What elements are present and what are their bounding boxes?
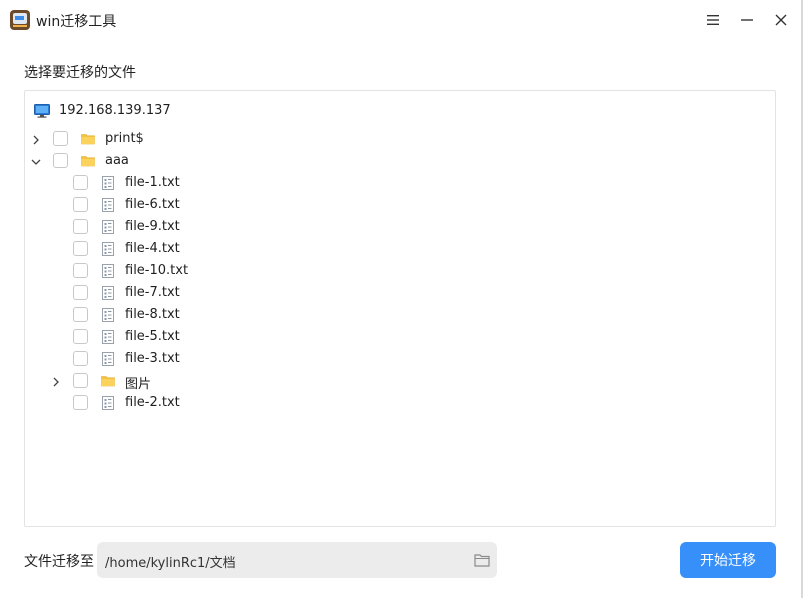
tree-file-row[interactable]: file-7.txt <box>25 282 775 304</box>
tree-folder-row[interactable]: aaa <box>25 150 775 172</box>
computer-icon <box>34 104 50 118</box>
tree-folder-row[interactable]: 图片 <box>25 370 775 392</box>
section-label: 选择要迁移的文件 <box>24 65 136 81</box>
text-file-icon <box>101 352 115 366</box>
tree-item-label: print$ <box>105 131 144 146</box>
tree-item-checkbox[interactable] <box>53 153 68 168</box>
tree-item-checkbox[interactable] <box>73 263 88 278</box>
text-file-icon <box>101 242 115 256</box>
folder-icon <box>81 154 95 168</box>
tree-item-label: aaa <box>105 153 129 168</box>
text-file-icon <box>101 220 115 234</box>
tree-item-label: file-3.txt <box>125 351 180 366</box>
close-icon <box>775 14 787 26</box>
tree-item-label: file-8.txt <box>125 307 180 322</box>
destination-path: /home/kylinRc1/文档 <box>105 556 236 571</box>
text-file-icon <box>101 198 115 212</box>
text-file-icon <box>101 264 115 278</box>
tree-file-row[interactable]: file-5.txt <box>25 326 775 348</box>
close-button[interactable] <box>770 9 792 31</box>
tree-file-row[interactable]: file-1.txt <box>25 172 775 194</box>
tree-file-row[interactable]: file-10.txt <box>25 260 775 282</box>
folder-icon <box>101 374 115 388</box>
tree-file-row[interactable]: file-6.txt <box>25 194 775 216</box>
tree-file-row[interactable]: file-2.txt <box>25 392 775 414</box>
minimize-icon <box>741 19 753 21</box>
folder-icon <box>81 132 95 146</box>
host-address: 192.168.139.137 <box>59 103 171 118</box>
browse-folder-icon[interactable] <box>473 551 491 569</box>
tree-item-label: file-1.txt <box>125 175 180 190</box>
tree-item-label: file-4.txt <box>125 241 180 256</box>
tree-file-row[interactable]: file-3.txt <box>25 348 775 370</box>
minimize-button[interactable] <box>736 9 758 31</box>
tree-file-row[interactable]: file-4.txt <box>25 238 775 260</box>
tree-item-label: file-7.txt <box>125 285 180 300</box>
text-file-icon <box>101 286 115 300</box>
tree-item-checkbox[interactable] <box>73 285 88 300</box>
chevron-right-icon[interactable] <box>51 376 61 387</box>
tree-item-checkbox[interactable] <box>73 351 88 366</box>
destination-label: 文件迁移至 <box>24 554 94 570</box>
tree-item-checkbox[interactable] <box>73 219 88 234</box>
tree-item-label: file-10.txt <box>125 263 189 278</box>
hamburger-icon <box>707 15 719 25</box>
tree-folder-row[interactable]: print$ <box>25 128 775 150</box>
tree-item-checkbox[interactable] <box>73 373 88 388</box>
tree-item-label: file-2.txt <box>125 395 180 410</box>
tree-item-checkbox[interactable] <box>53 131 68 146</box>
tree-item-label: file-5.txt <box>125 329 180 344</box>
tree-item-checkbox[interactable] <box>73 329 88 344</box>
destination-path-field[interactable]: /home/kylinRc1/文档 <box>97 542 497 578</box>
window-title: win迁移工具 <box>36 14 117 30</box>
text-file-icon <box>101 176 115 190</box>
tree-file-row[interactable]: file-9.txt <box>25 216 775 238</box>
chevron-down-icon[interactable] <box>31 156 41 166</box>
title-bar: win迁移工具 <box>0 0 803 40</box>
tree-item-checkbox[interactable] <box>73 241 88 256</box>
file-tree[interactable]: 192.168.139.137 print$ aaa file-1.txt file-… <box>24 90 776 527</box>
tree-item-label: 图片 <box>125 377 152 392</box>
start-migration-button[interactable]: 开始迁移 <box>680 542 776 578</box>
tree-item-label: file-9.txt <box>125 219 180 234</box>
text-file-icon <box>101 396 115 410</box>
tree-item-label: file-6.txt <box>125 197 180 212</box>
chevron-right-icon[interactable] <box>31 134 41 145</box>
tree-item-checkbox[interactable] <box>73 197 88 212</box>
tree-item-checkbox[interactable] <box>73 395 88 410</box>
tree-file-row[interactable]: file-8.txt <box>25 304 775 326</box>
app-icon <box>10 10 30 30</box>
menu-button[interactable] <box>702 9 724 31</box>
text-file-icon <box>101 308 115 322</box>
tree-item-checkbox[interactable] <box>73 175 88 190</box>
tree-item-checkbox[interactable] <box>73 307 88 322</box>
text-file-icon <box>101 330 115 344</box>
